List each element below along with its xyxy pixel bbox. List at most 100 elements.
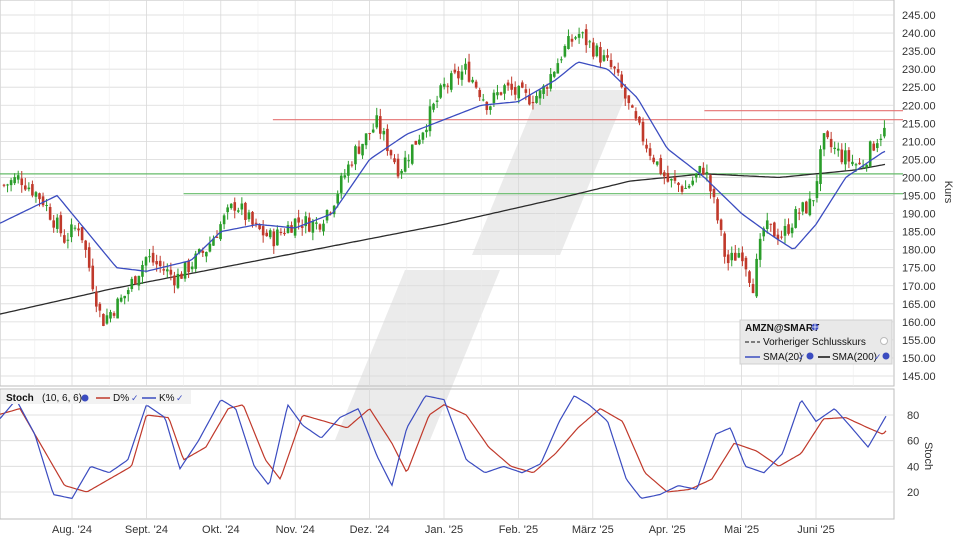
candle-body [517,85,521,99]
candle [872,141,876,152]
stoch-header: Stoch (10, 6, 6) D% ✓ K% ✓ [1,390,191,404]
candle [141,260,144,284]
candle [684,180,687,189]
candle [787,218,790,236]
candle [687,183,691,189]
candle-body [748,271,751,283]
candle-body [634,111,638,119]
candle [655,161,659,167]
candle-body [666,172,670,182]
x-month-label: Feb. '25 [499,524,538,536]
price-panel: 145.00 150.00 155.00 160.00 165.00 170.00 175.… [0,0,954,387]
globe-icon[interactable] [811,323,819,331]
candle [439,83,442,100]
candle [528,88,531,106]
candle-body [453,69,457,73]
candle [137,275,141,291]
candle-body [361,143,364,156]
legend-box: AMZN@SMART Vorheriger Schlusskurs SMA(20… [739,319,893,365]
candle [59,211,63,237]
candle-body [723,233,726,257]
candle [229,203,233,210]
candle [119,294,123,303]
candle [151,245,155,266]
candle [691,176,694,187]
candle [588,39,592,49]
candle [205,251,208,263]
candle-body [354,146,357,165]
candle-body [794,209,797,228]
candle [709,174,712,199]
candle [552,70,556,79]
sma20-check-icon[interactable]: ✓ [798,352,806,362]
candle-body [414,140,418,145]
candle-body [435,100,439,102]
candle-body [148,256,151,258]
candle [322,219,325,236]
candle [734,244,737,261]
sma20-line [0,61,886,272]
candle-body [201,250,205,253]
candle-body [407,160,410,162]
candle-body [315,222,318,224]
candle-body [63,235,66,243]
candle-body [169,269,173,275]
candle-body [705,172,709,175]
price-y-tick: 160.00 [902,317,936,329]
stoch-k-check-icon[interactable]: ✓ [176,393,184,403]
candle-body [247,212,251,220]
candle-body [592,42,595,57]
candle [84,239,87,258]
candle [261,220,265,243]
candle-body [797,212,801,214]
price-y-tick: 145.00 [902,371,936,383]
candle [102,313,105,327]
candle-body [545,87,549,89]
stoch-d-check-icon[interactable]: ✓ [131,393,139,403]
stoch-d-line [0,404,887,493]
candle [418,134,421,146]
candle [719,218,723,236]
sma200-globe-icon[interactable] [882,352,890,360]
candle [549,68,552,92]
candle [844,142,847,171]
candle [712,185,716,204]
sma20-globe-icon[interactable] [806,352,814,360]
candle-body [102,313,105,326]
price-y-tick: 245.00 [902,10,936,22]
candle-body [524,89,528,93]
candle [563,44,567,58]
candle-body [620,74,623,88]
candle-body [389,150,393,156]
stoch-d-series [0,404,887,493]
watermark-bar-lower [335,270,500,440]
x-month-label: Apr. '25 [649,524,686,536]
candle-body [205,251,208,257]
candle-body [229,203,233,209]
legend-sma200: SMA(200) [832,352,877,363]
candle [819,145,822,192]
candle-body [112,313,116,316]
candle [481,93,485,102]
x-month-label: Okt. '24 [202,524,240,536]
candle [421,131,425,144]
price-y-ticks: 145.00 150.00 155.00 160.00 165.00 170.00 175.… [902,10,936,383]
candle [91,258,95,292]
candle-body [240,203,244,210]
candle-body [673,177,677,181]
candle-body [780,236,783,238]
candle [27,182,31,192]
candle [31,180,34,198]
sma200-check-icon[interactable]: ✓ [874,352,882,362]
candle [790,223,794,238]
candle [758,233,762,268]
candle-body [567,36,570,50]
candle [130,276,134,292]
stoch-globe-icon[interactable] [81,394,89,402]
candle [414,140,418,145]
price-y-tick: 200.00 [902,172,936,184]
candle [350,161,354,168]
radio-icon[interactable] [880,337,888,345]
candle-body [627,95,631,104]
candle [233,197,237,219]
